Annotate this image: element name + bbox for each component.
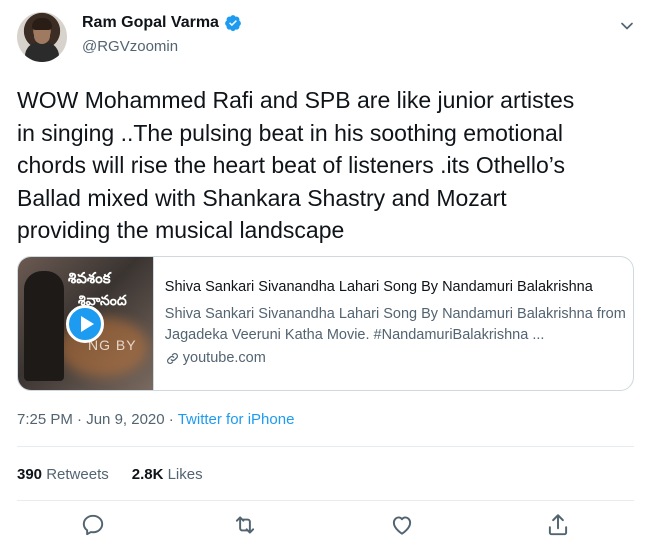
card-thumbnail[interactable]: శివశంక శివానంద NG BY: [18, 257, 154, 390]
tweet-date[interactable]: Jun 9, 2020: [86, 411, 164, 428]
likes-stat[interactable]: 2.8K Likes: [132, 466, 203, 483]
tweet-text: WOW Mohammed Rafi and SPB are like junio…: [17, 87, 575, 243]
chevron-down-icon[interactable]: [617, 16, 637, 36]
tweet-time[interactable]: 7:25 PM: [17, 411, 73, 428]
tweet-stats: 390 Retweets 2.8K Likes: [17, 466, 203, 483]
meta-separator: ·: [77, 411, 83, 428]
tweet-source[interactable]: Twitter for iPhone: [178, 411, 295, 428]
author-display-name[interactable]: Ram Gopal Varma: [82, 14, 219, 32]
divider-top: [17, 446, 634, 447]
author-name-row: Ram Gopal Varma: [82, 14, 242, 32]
tweet-actions: [17, 512, 634, 542]
card-domain-text: youtube.com: [182, 350, 266, 366]
retweets-stat[interactable]: 390 Retweets: [17, 466, 109, 483]
card-title: Shiva Sankari Sivanandha Lahari Song By …: [164, 279, 593, 295]
thumbnail-figure: [24, 271, 64, 381]
avatar-shirt: [25, 42, 59, 62]
divider-bottom: [17, 500, 634, 501]
link-icon: [166, 352, 178, 364]
reply-icon[interactable]: [80, 512, 106, 538]
likes-label: Likes: [167, 466, 203, 483]
verified-badge-icon: [225, 15, 241, 32]
like-icon[interactable]: [389, 512, 415, 538]
retweets-label: Retweets: [46, 466, 109, 483]
likes-count: 2.8K: [131, 466, 164, 483]
card-description: Shiva Sankari Sivanandha Lahari Song By …: [164, 306, 626, 343]
tweet-header: Ram Gopal Varma @RGVzoomin: [17, 12, 637, 64]
author-handle[interactable]: @RGVzoomin: [82, 38, 178, 55]
avatar[interactable]: [17, 12, 67, 62]
tweet-meta: 7:25 PM · Jun 9, 2020 · Twitter for iPho…: [17, 411, 294, 428]
share-icon[interactable]: [545, 512, 571, 538]
play-button[interactable]: [66, 305, 104, 343]
meta-separator-2: ·: [168, 411, 174, 428]
play-icon: [81, 316, 94, 332]
card-body: Shiva Sankari Sivanandha Lahari Song By …: [154, 257, 633, 390]
link-preview-card[interactable]: శివశంక శివానంద NG BY Shiva Sankari Sivan…: [17, 256, 634, 391]
thumbnail-text-line1: శివశంక: [68, 269, 111, 287]
retweets-count: 390: [17, 466, 43, 483]
retweet-icon[interactable]: [232, 512, 258, 538]
card-domain: youtube.com: [165, 350, 633, 366]
avatar-hair: [32, 18, 52, 30]
